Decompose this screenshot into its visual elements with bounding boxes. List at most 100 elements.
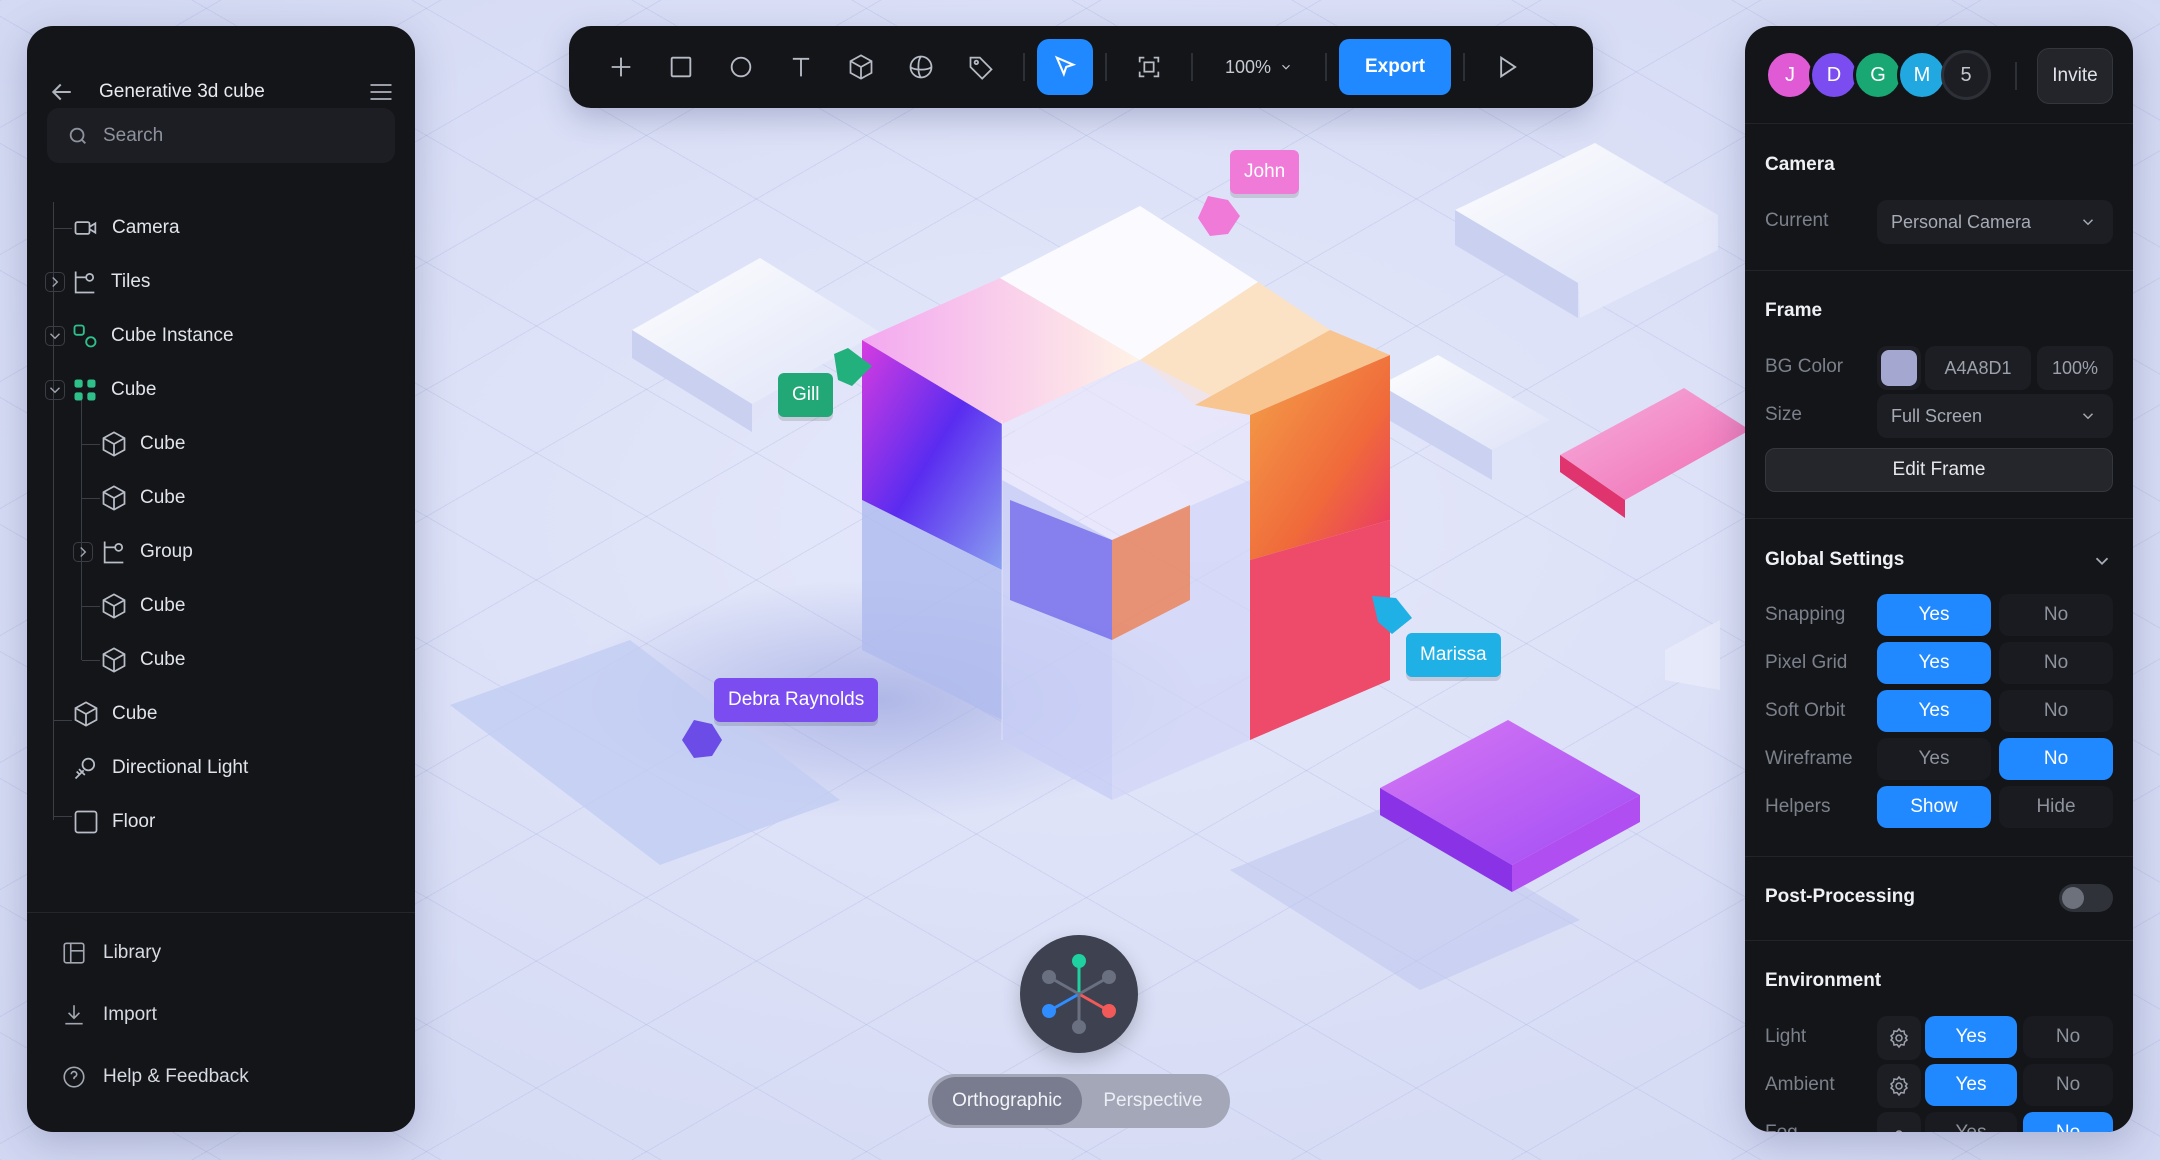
material-tool[interactable]: [951, 38, 1011, 96]
download-icon: [61, 1002, 87, 1028]
snapping-no[interactable]: No: [1999, 594, 2113, 636]
helpers-hide[interactable]: Hide: [1999, 786, 2113, 828]
back-arrow-icon[interactable]: [47, 77, 77, 107]
library-icon: [61, 940, 87, 966]
import-link[interactable]: Import: [61, 1002, 157, 1028]
helpers-show[interactable]: Show: [1877, 786, 1991, 828]
soft-orbit-yes[interactable]: Yes: [1877, 690, 1991, 732]
layer-label: Tiles: [111, 271, 151, 292]
fog-no[interactable]: No: [2023, 1112, 2113, 1132]
hamburger-menu-icon[interactable]: [367, 78, 395, 106]
soft-orbit-no[interactable]: No: [1999, 690, 2113, 732]
ellipse-tool[interactable]: [711, 38, 771, 96]
light-settings-button[interactable]: [1877, 1016, 1921, 1060]
ambient-yes[interactable]: Yes: [1925, 1064, 2017, 1106]
view-mode-toggle[interactable]: Orthographic Perspective: [928, 1074, 1230, 1128]
fog-yes[interactable]: Yes: [1925, 1112, 2017, 1132]
layers-panel: Generative 3d cube Camera Tiles Cube Ins…: [27, 26, 415, 1132]
rectangle-tool[interactable]: [651, 38, 711, 96]
help-label: Help & Feedback: [103, 1066, 249, 1087]
wireframe-label: Wireframe: [1765, 748, 1853, 769]
sphere-tool[interactable]: [891, 38, 951, 96]
layer-label: Cube Instance: [111, 325, 234, 346]
gear-icon: [1895, 1130, 1903, 1132]
post-processing-title: Post-Processing: [1765, 886, 1915, 907]
help-link[interactable]: Help & Feedback: [61, 1064, 249, 1090]
avatar[interactable]: D: [1809, 50, 1859, 100]
frame-tool[interactable]: [1119, 38, 1179, 96]
bg-opacity-input[interactable]: 100%: [2037, 346, 2113, 390]
ambient-settings-button[interactable]: [1877, 1064, 1921, 1108]
edit-frame-button[interactable]: Edit Frame: [1765, 448, 2113, 492]
layer-row-cube[interactable]: Cube: [100, 586, 185, 626]
zoom-dropdown[interactable]: 100%: [1205, 57, 1313, 78]
layer-label: Cube: [140, 595, 186, 616]
pixel-grid-yes[interactable]: Yes: [1877, 642, 1991, 684]
chevron-right-icon[interactable]: [73, 542, 93, 562]
circle-icon: [730, 56, 752, 78]
export-button[interactable]: Export: [1339, 39, 1452, 95]
cube-tool[interactable]: [831, 38, 891, 96]
layer-row-floor[interactable]: Floor: [72, 802, 155, 842]
layer-label: Cube: [140, 433, 186, 454]
text-tool[interactable]: [771, 38, 831, 96]
layer-row-cube-instance[interactable]: Cube Instance: [45, 316, 234, 356]
camera-icon: [72, 214, 100, 242]
layer-row-cube[interactable]: Cube: [100, 478, 185, 518]
current-camera-label: Current: [1765, 210, 1829, 231]
layer-row-cube[interactable]: Cube: [72, 694, 157, 734]
pixel-grid-no[interactable]: No: [1999, 642, 2113, 684]
import-label: Import: [103, 1004, 157, 1025]
wireframe-yes[interactable]: Yes: [1877, 738, 1991, 780]
cursor-tag-gill: Gill: [778, 373, 834, 417]
pixel-grid-label: Pixel Grid: [1765, 652, 1848, 673]
orthographic-option[interactable]: Orthographic: [932, 1077, 1082, 1125]
avatar[interactable]: G: [1853, 50, 1903, 100]
layer-row-cube-component[interactable]: Cube: [45, 370, 156, 410]
cube-icon: [72, 700, 100, 728]
chevron-down-icon[interactable]: [45, 380, 65, 400]
frame-icon: [1138, 56, 1160, 78]
ambient-no[interactable]: No: [2023, 1064, 2113, 1106]
add-tool[interactable]: [591, 38, 651, 96]
layer-row-directional-light[interactable]: Directional Light: [72, 748, 248, 788]
camera-select[interactable]: Personal Camera: [1877, 200, 2113, 244]
layer-row-cube[interactable]: Cube: [100, 640, 185, 680]
post-processing-toggle[interactable]: [2059, 884, 2113, 912]
light-yes[interactable]: Yes: [1925, 1016, 2017, 1058]
wireframe-no[interactable]: No: [1999, 738, 2113, 780]
fog-settings-button[interactable]: [1877, 1112, 1921, 1132]
orientation-gizmo[interactable]: [1020, 935, 1138, 1053]
cube-icon: [849, 54, 873, 80]
chevron-down-icon[interactable]: [2091, 550, 2113, 572]
gear-icon: [1889, 1075, 1909, 1097]
divider: [2015, 62, 2017, 90]
group-icon: [71, 268, 99, 296]
chevron-down-icon[interactable]: [45, 326, 65, 346]
gear-icon: [1889, 1027, 1909, 1049]
bg-hex-input[interactable]: A4A8D1: [1925, 346, 2031, 390]
layer-row-group[interactable]: Group: [73, 532, 193, 572]
library-link[interactable]: Library: [61, 940, 161, 966]
layer-label: Camera: [112, 217, 180, 238]
search-field[interactable]: [47, 108, 395, 163]
size-select-value: Full Screen: [1891, 405, 1983, 426]
size-select[interactable]: Full Screen: [1877, 394, 2113, 438]
layer-row-cube[interactable]: Cube: [100, 424, 185, 464]
perspective-option[interactable]: Perspective: [1082, 1077, 1224, 1125]
light-no[interactable]: No: [2023, 1016, 2113, 1058]
snapping-yes[interactable]: Yes: [1877, 594, 1991, 636]
search-input[interactable]: [103, 124, 363, 147]
more-collaborators-count[interactable]: 5: [1941, 50, 1991, 100]
layer-row-tiles[interactable]: Tiles: [45, 262, 150, 302]
layer-label: Group: [140, 541, 193, 562]
chevron-right-icon[interactable]: [45, 272, 65, 292]
invite-button[interactable]: Invite: [2037, 48, 2113, 104]
avatar[interactable]: J: [1765, 50, 1815, 100]
layer-row-camera[interactable]: Camera: [72, 208, 180, 248]
component-icon: [71, 376, 99, 404]
play-button[interactable]: [1477, 38, 1537, 96]
select-tool[interactable]: [1037, 39, 1093, 95]
avatar[interactable]: M: [1897, 50, 1947, 100]
bg-color-swatch[interactable]: [1877, 346, 1921, 390]
